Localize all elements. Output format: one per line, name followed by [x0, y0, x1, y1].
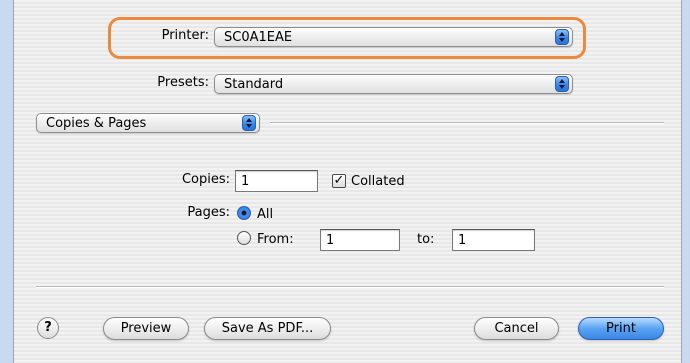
- popup-arrows-icon: [555, 29, 569, 45]
- pages-to-label: to:: [417, 232, 435, 247]
- presets-value: Standard: [224, 77, 284, 92]
- collated-label: Collated: [351, 174, 405, 189]
- checkmark-icon: ✓: [333, 173, 345, 188]
- help-button[interactable]: ?: [37, 317, 59, 339]
- section-divider: [270, 122, 664, 124]
- popup-arrows-icon: [242, 115, 256, 131]
- copies-value: 1: [241, 174, 250, 189]
- popup-arrows-icon: [555, 76, 569, 92]
- collated-checkbox[interactable]: ✓: [332, 174, 346, 188]
- pages-from-label: From:: [257, 232, 294, 247]
- presets-label: Presets:: [157, 75, 209, 90]
- pages-from-radio[interactable]: [237, 231, 251, 245]
- copies-label: Copies:: [181, 172, 230, 187]
- print-button[interactable]: Print: [578, 317, 664, 340]
- section-popup[interactable]: Copies & Pages: [36, 113, 260, 133]
- copies-field[interactable]: 1: [235, 170, 318, 192]
- pages-all-label: All: [257, 207, 274, 222]
- bottom-divider: [36, 286, 664, 288]
- pages-from-value: 1: [326, 233, 335, 248]
- cancel-button[interactable]: Cancel: [474, 317, 559, 340]
- printer-value: SC0A1EAE: [224, 30, 293, 45]
- pages-to-value: 1: [458, 233, 467, 248]
- preview-button[interactable]: Preview: [103, 317, 189, 340]
- pages-to-field[interactable]: 1: [452, 229, 535, 251]
- presets-popup[interactable]: Standard: [214, 74, 573, 94]
- section-value: Copies & Pages: [46, 116, 147, 131]
- printer-popup[interactable]: SC0A1EAE: [214, 27, 573, 47]
- printer-label: Printer:: [161, 28, 209, 43]
- pages-label: Pages:: [187, 205, 230, 220]
- save-as-pdf-button[interactable]: Save As PDF...: [204, 317, 331, 340]
- pages-from-field[interactable]: 1: [320, 229, 400, 251]
- print-dialog: Printer: SC0A1EAE Presets: Standard Copi…: [13, 0, 682, 363]
- pages-all-radio[interactable]: [237, 206, 251, 220]
